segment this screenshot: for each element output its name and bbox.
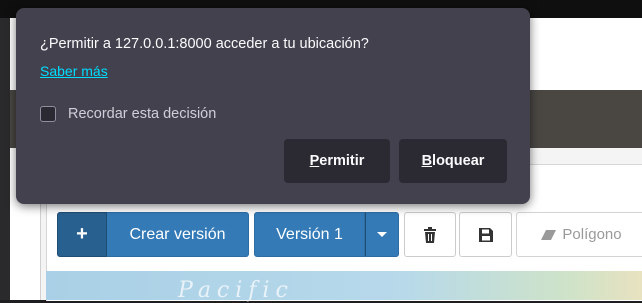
remember-decision-row[interactable]: Recordar esta decisión bbox=[40, 106, 216, 122]
version-dropdown-toggle[interactable] bbox=[365, 212, 399, 257]
polygon-tool-label: Polígono bbox=[562, 226, 622, 243]
permission-prompt-text: ¿Permitir a 127.0.0.1:8000 acceder a tu … bbox=[40, 36, 369, 52]
create-version-label: Crear versión bbox=[129, 225, 226, 243]
trash-icon bbox=[424, 226, 436, 243]
polygon-tool-button[interactable]: Polígono bbox=[516, 212, 642, 257]
allow-button-label: Permitir bbox=[309, 153, 365, 169]
block-button-label: Bloquear bbox=[421, 153, 485, 169]
create-version-button[interactable]: Crear versión bbox=[107, 212, 249, 257]
delete-button[interactable] bbox=[404, 212, 456, 257]
caret-down-icon bbox=[377, 232, 387, 237]
map-ocean-label: Pacific bbox=[178, 278, 294, 303]
location-permission-popup: ¿Permitir a 127.0.0.1:8000 acceder a tu … bbox=[16, 8, 530, 204]
version-select-button[interactable]: Versión 1 bbox=[254, 212, 365, 257]
version-select-label: Versión 1 bbox=[276, 225, 343, 243]
remember-decision-checkbox[interactable] bbox=[40, 106, 56, 122]
allow-button[interactable]: Permitir bbox=[284, 139, 390, 183]
add-version-button[interactable]: + bbox=[57, 212, 107, 257]
map-view[interactable] bbox=[46, 271, 642, 300]
block-button[interactable]: Bloquear bbox=[399, 139, 507, 183]
floppy-disk-icon bbox=[478, 227, 493, 242]
learn-more-link[interactable]: Saber más bbox=[40, 63, 108, 79]
save-button[interactable] bbox=[459, 212, 512, 257]
plus-icon: + bbox=[76, 223, 88, 245]
eraser-icon bbox=[541, 229, 557, 240]
page-left-edge bbox=[0, 18, 10, 300]
remember-decision-label[interactable]: Recordar esta decisión bbox=[68, 106, 216, 122]
